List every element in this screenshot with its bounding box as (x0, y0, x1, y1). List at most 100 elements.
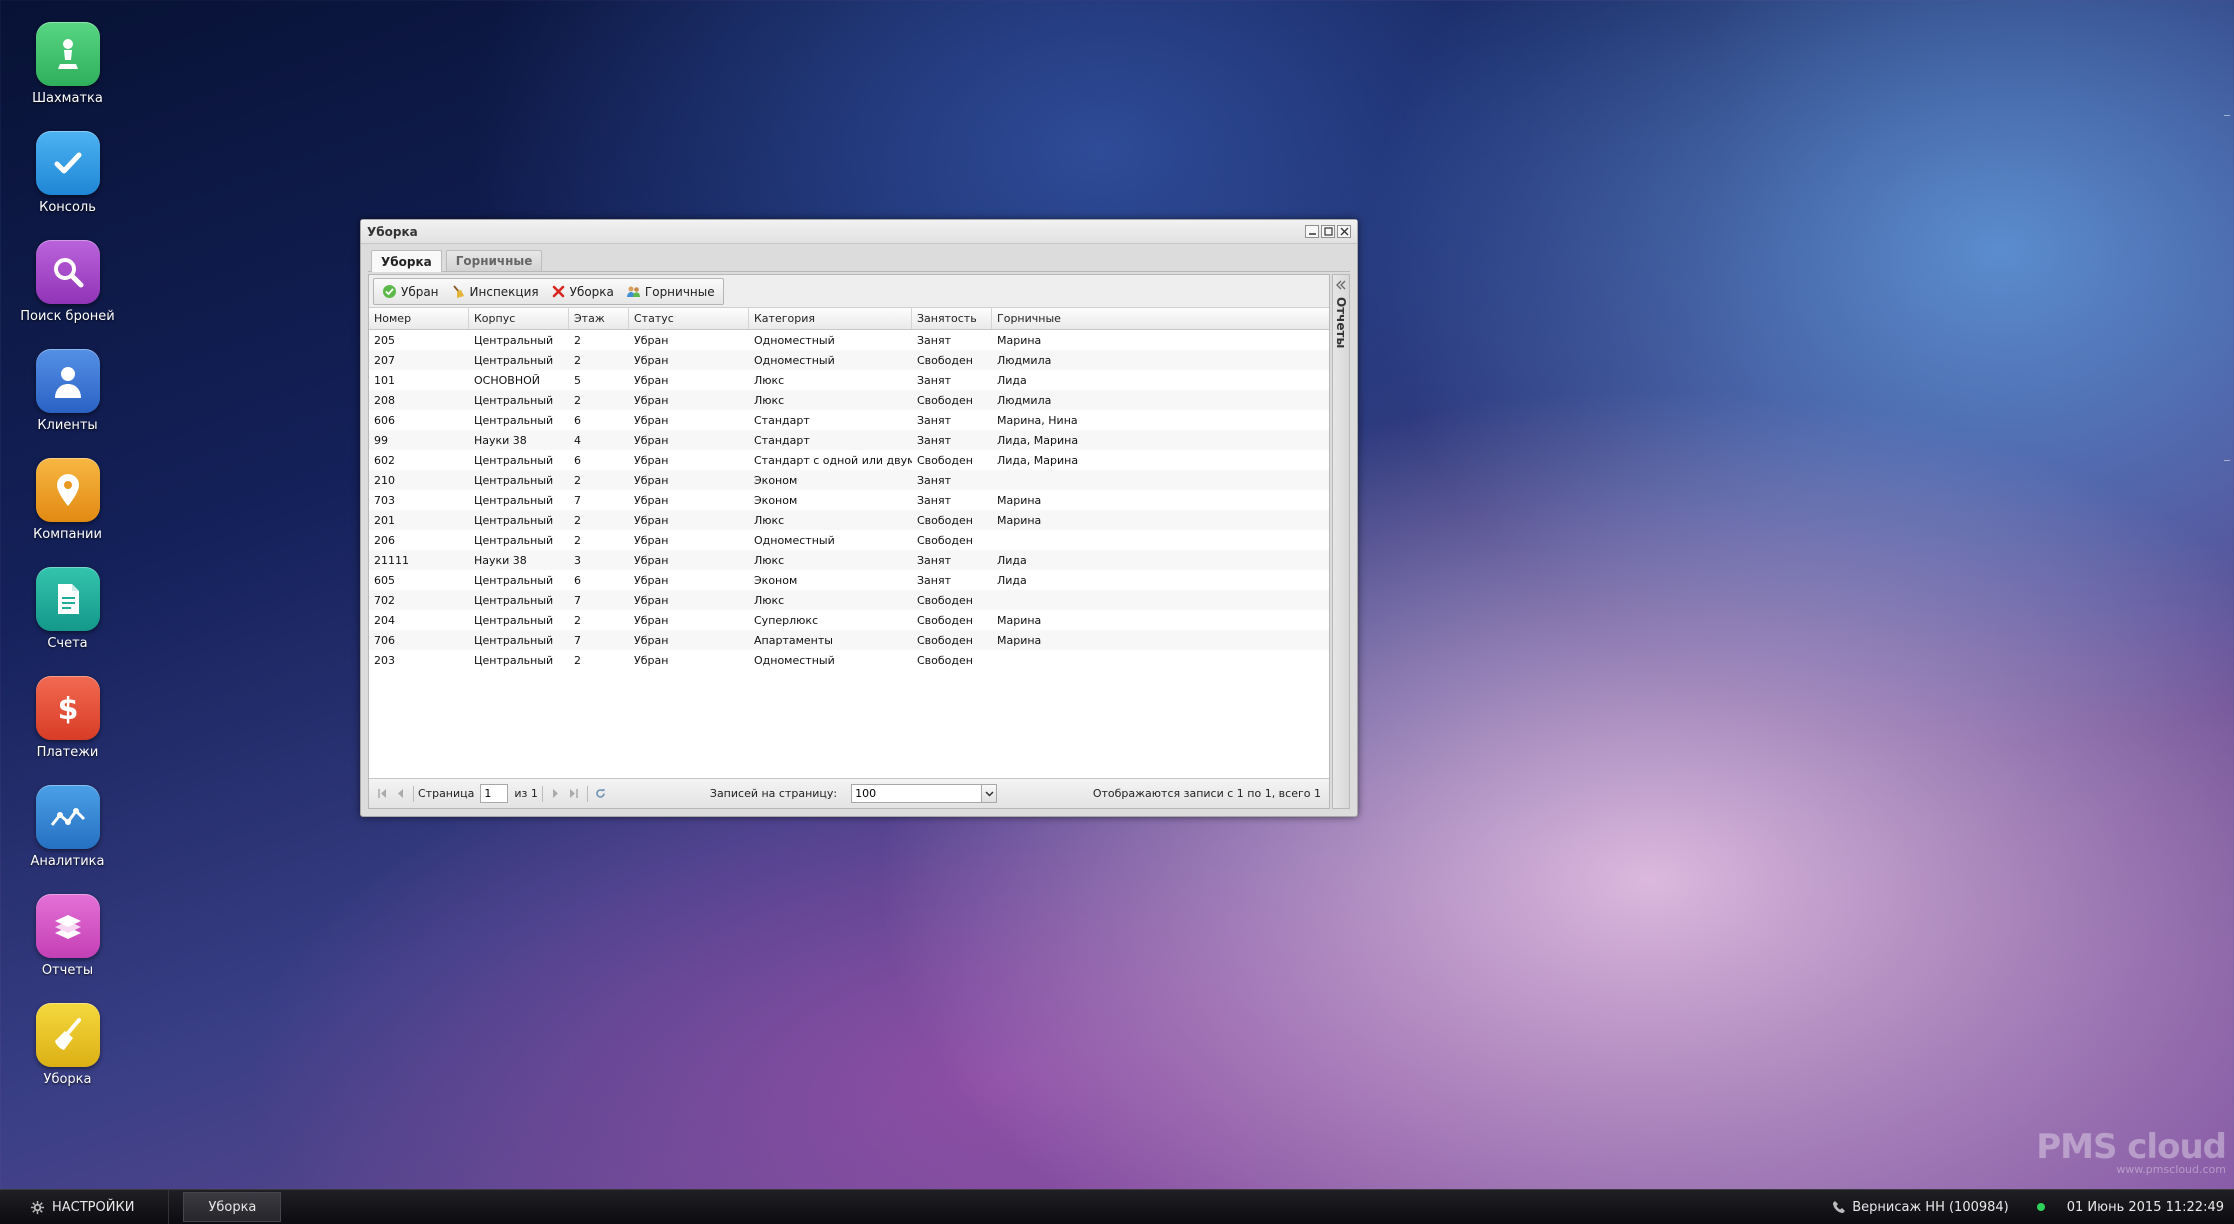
desktop-icon-booking-search[interactable]: Поиск броней (0, 240, 135, 349)
column-header-maids[interactable]: Горничные (992, 308, 1329, 329)
last-page-button[interactable] (565, 785, 583, 803)
tab-cleaning[interactable]: Уборка (371, 250, 442, 272)
table-row[interactable]: 606 Центральный 6 Убран Стандарт Занят Марина,… (369, 410, 1329, 430)
table-row[interactable]: 605 Центральный 6 Убран Эконом Занят Лида (369, 570, 1329, 590)
desktop-icon-chessboard[interactable]: Шахматка (0, 22, 135, 131)
window-header[interactable]: Уборка (361, 220, 1357, 244)
table-row[interactable]: 706 Центральный 7 Убран Апартаменты Свободен М… (369, 630, 1329, 650)
desktop-icon-analytics[interactable]: Аналитика (0, 785, 135, 894)
column-header-number[interactable]: Номер (369, 308, 469, 329)
desktop-icon-cleaning[interactable]: Уборка (0, 1003, 135, 1112)
connection-status-dot (2036, 1203, 2045, 1211)
minimize-icon (1308, 233, 1316, 235)
cleaning-button[interactable]: Уборка (545, 280, 620, 304)
inspection-label: Инспекция (469, 284, 539, 299)
table-cell: Убран (634, 433, 669, 447)
tab-bar: Уборка Горничные (368, 250, 1350, 272)
table-cell: Убран (634, 333, 669, 347)
table-cell: Убран (634, 453, 669, 467)
desktop-icon-invoices[interactable]: Счета (0, 567, 135, 676)
table-cell: Одноместный (754, 353, 835, 367)
per-page-select[interactable] (851, 784, 998, 803)
table-row[interactable]: 210 Центральный 2 Убран Эконом Занят (369, 470, 1329, 490)
column-header-floor[interactable]: Этаж (569, 308, 629, 329)
double-chevron-left-icon[interactable] (1335, 279, 1347, 291)
desktop-icon-label: Счета (47, 636, 88, 651)
maximize-button[interactable] (1321, 225, 1335, 238)
desktop-icon-label: Платежи (36, 745, 99, 760)
page-number-input[interactable] (480, 784, 509, 803)
table-row[interactable]: 703 Центральный 7 Убран Эконом Занят Марина (369, 490, 1329, 510)
reports-panel-label[interactable]: Отчеты (1334, 297, 1348, 348)
table-cell: Занят (917, 433, 952, 447)
reports-side-panel[interactable]: Отчеты (1332, 274, 1350, 809)
column-header-occupancy[interactable]: Занятость (912, 308, 992, 329)
close-icon (1340, 227, 1348, 236)
table-row[interactable]: 602 Центральный 6 Убран Стандарт с одной или… (369, 450, 1329, 470)
table-cell: 201 (374, 513, 395, 527)
close-button[interactable] (1337, 225, 1351, 238)
desktop-icons: Шахматка Консоль Поиск броней Клиенты Ко… (0, 22, 135, 1112)
table-cell: 210 (374, 473, 395, 487)
cleaning-window[interactable]: Уборка Уборка Горничные Убран Инспекция … (360, 219, 1358, 817)
table-cell: Убран (634, 413, 669, 427)
table-cell: Эконом (754, 573, 798, 587)
table-row[interactable]: 21111 Науки 38 3 Убран Люкс Занят Лида (369, 550, 1329, 570)
table-row[interactable]: 208 Центральный 2 Убран Люкс Свободен Людмила (369, 390, 1329, 410)
table-cell: Стандарт (754, 433, 810, 447)
edge-mark (2224, 460, 2230, 461)
table-cell: Свободен (917, 353, 973, 367)
hotel-indicator[interactable]: Вернисаж НН (100984) (1832, 1200, 2009, 1215)
table-row[interactable]: 702 Центральный 7 Убран Люкс Свободен (369, 590, 1329, 610)
desktop-icon-label: Консоль (39, 200, 96, 215)
table-cell: ОСНОВНОЙ (474, 373, 540, 387)
desktop-icon-clients[interactable]: Клиенты (0, 349, 135, 458)
desktop-icon-console[interactable]: Консоль (0, 131, 135, 240)
logo-text: PMS cloud (2036, 1127, 2227, 1167)
table-row[interactable]: 204 Центральный 2 Убран Суперлюкс Свободен Мар… (369, 610, 1329, 630)
maids-button[interactable]: Горничные (620, 280, 721, 304)
table-cell: 3 (574, 553, 581, 567)
mark-clean-button[interactable]: Убран (376, 280, 445, 304)
table-row[interactable]: 206 Центральный 2 Убран Одноместный Свободен (369, 530, 1329, 550)
table-cell: Свободен (917, 533, 973, 547)
desktop-icon-companies[interactable]: Компании (0, 458, 135, 567)
settings-button[interactable]: НАСТРОЙКИ (0, 1189, 170, 1224)
table-cell: Люкс (754, 393, 785, 407)
table-cell: 2 (574, 653, 581, 667)
inspection-button[interactable]: Инспекция (445, 280, 545, 304)
table-row[interactable]: 205 Центральный 2 Убран Одноместный Занят Мари… (369, 330, 1329, 350)
chevron-down-icon (985, 791, 994, 797)
refresh-button[interactable] (592, 785, 610, 803)
first-page-button[interactable] (373, 785, 391, 803)
column-header-building[interactable]: Корпус (469, 308, 569, 329)
next-page-button[interactable] (547, 785, 565, 803)
desktop-icon-label: Отчеты (41, 963, 94, 978)
tab-maids[interactable]: Горничные (445, 250, 543, 271)
table-cell: 2 (574, 393, 581, 407)
desktop-icon-reports[interactable]: Отчеты (0, 894, 135, 1003)
first-page-icon (377, 789, 386, 798)
prev-page-button[interactable] (391, 785, 409, 803)
table-cell: 2 (574, 473, 581, 487)
table-cell: Занят (917, 473, 952, 487)
table-row[interactable]: 201 Центральный 2 Убран Люкс Свободен Марина (369, 510, 1329, 530)
table-row[interactable]: 99 Науки 38 4 Убран Стандарт Занят Лида, Марин… (369, 430, 1329, 450)
table-cell: Свободен (917, 613, 973, 627)
table-cell: 6 (574, 413, 581, 427)
table-cell: Убран (634, 393, 669, 407)
column-header-category[interactable]: Категория (749, 308, 912, 329)
minimize-button[interactable] (1305, 225, 1319, 238)
table-cell: Марина, Нина (997, 413, 1078, 427)
table-cell: Людмила (997, 393, 1052, 407)
table-cell: Занят (917, 493, 952, 507)
column-header-status[interactable]: Статус (629, 308, 749, 329)
desktop-icon-payments[interactable]: $ Платежи (0, 676, 135, 785)
desktop-icon-label: Уборка (43, 1072, 92, 1087)
table-row[interactable]: 207 Центральный 2 Убран Одноместный Свободен Л… (369, 350, 1329, 370)
per-page-input[interactable] (851, 784, 982, 803)
dropdown-button[interactable] (981, 784, 998, 803)
taskbar-task-cleaning[interactable]: Уборка (183, 1192, 282, 1222)
table-row[interactable]: 101 ОСНОВНОЙ 5 Убран Люкс Занят Лида (369, 370, 1329, 390)
table-row[interactable]: 203 Центральный 2 Убран Одноместный Свободен (369, 650, 1329, 670)
